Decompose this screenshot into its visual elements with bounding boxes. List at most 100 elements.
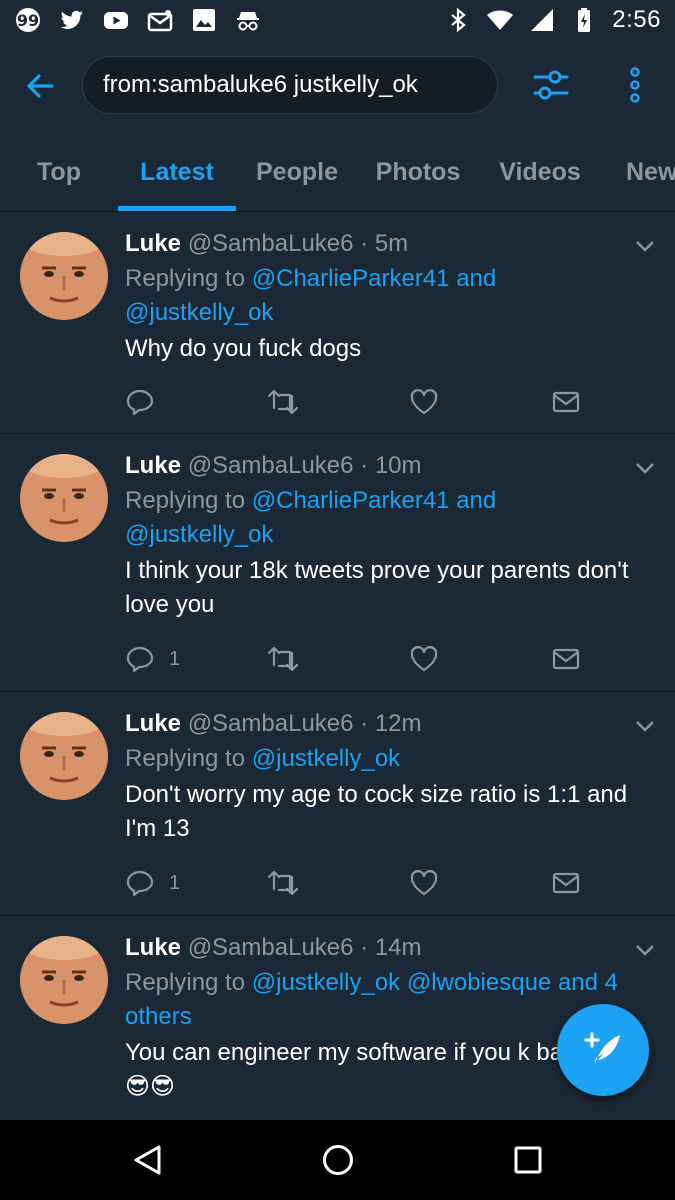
tweet-actions: 1 xyxy=(125,868,585,898)
reply-count: 1 xyxy=(169,871,181,894)
like-button[interactable] xyxy=(409,387,439,417)
tweet-feed[interactable]: Luke @SambaLuke6 · 5m Replying to @Charl… xyxy=(0,212,675,1120)
like-button[interactable] xyxy=(409,868,439,898)
tweet-header: Luke @SambaLuke6 · 14m xyxy=(125,932,645,964)
tweet-time: 10m xyxy=(374,452,422,479)
wifi-icon xyxy=(487,10,514,30)
author-name[interactable]: Luke xyxy=(125,710,181,737)
reply-mentions[interactable]: @justkelly_ok xyxy=(252,745,400,772)
chevron-down-icon[interactable] xyxy=(633,938,657,962)
tweet-header: Luke @SambaLuke6 · 5m xyxy=(125,228,645,260)
tweet-text: Don't worry my age to cock size ratio is… xyxy=(125,781,628,842)
back-button[interactable] xyxy=(0,40,80,132)
retweet-icon xyxy=(267,870,299,896)
reply-button[interactable] xyxy=(125,387,169,417)
signal-icon xyxy=(531,9,554,31)
separator-dot: · xyxy=(360,710,369,737)
heart-icon xyxy=(410,389,438,415)
twitter-icon xyxy=(60,10,83,29)
chevron-down-icon[interactable] xyxy=(633,714,657,738)
tweet-actions: 1 xyxy=(125,644,585,674)
replying-to-label: Replying to xyxy=(125,265,246,292)
author-name[interactable]: Luke xyxy=(125,452,181,479)
reply-button[interactable]: 1 xyxy=(125,868,180,898)
sliders-icon xyxy=(533,70,569,100)
tab-videos[interactable]: Videos xyxy=(478,132,602,211)
retweet-button[interactable] xyxy=(267,868,299,898)
compose-tweet-icon xyxy=(584,1032,620,1067)
retweet-icon xyxy=(267,646,299,672)
recents-square-icon xyxy=(514,1146,542,1174)
direct-message-button[interactable] xyxy=(551,868,581,898)
compose-tweet-button[interactable] xyxy=(557,1004,649,1096)
tab-latest[interactable]: Latest xyxy=(118,132,236,211)
avatar[interactable] xyxy=(20,232,108,320)
separator-dot: · xyxy=(360,230,369,257)
status-time: 2:56 xyxy=(612,6,661,33)
author-handle[interactable]: @SambaLuke6 xyxy=(188,710,354,737)
author-handle[interactable]: @SambaLuke6 xyxy=(188,452,354,479)
tab-top[interactable]: Top xyxy=(0,132,118,211)
tweet-time: 5m xyxy=(374,230,409,257)
tweet-time: 12m xyxy=(374,710,422,737)
reply-icon xyxy=(126,389,154,416)
replying-to: Replying to @CharlieParker41 and @justke… xyxy=(125,262,645,330)
chevron-down-icon[interactable] xyxy=(633,456,657,480)
author-handle[interactable]: @SambaLuke6 xyxy=(188,230,354,257)
chevron-down-icon[interactable] xyxy=(633,234,657,258)
photos-icon xyxy=(193,9,215,31)
direct-message-button[interactable] xyxy=(551,644,581,674)
retweet-icon xyxy=(267,389,299,415)
envelope-icon xyxy=(552,648,580,670)
envelope-icon xyxy=(552,872,580,894)
replying-to: Replying to @justkelly_ok xyxy=(125,742,645,776)
system-navigation-bar xyxy=(0,1120,675,1200)
nav-back-button[interactable] xyxy=(128,1140,168,1180)
home-circle-icon xyxy=(323,1145,353,1175)
quote-notification-icon: 99 xyxy=(16,8,40,32)
direct-message-button[interactable] xyxy=(551,387,581,417)
tweet[interactable]: Luke @SambaLuke6 · 10m Replying to @Char… xyxy=(0,434,675,692)
tweet[interactable]: Luke @SambaLuke6 · 12m Replying to @just… xyxy=(0,692,675,916)
avatar[interactable] xyxy=(20,712,108,800)
app-bar: from:sambaluke6 justkelly_ok xyxy=(0,40,675,132)
youtube-icon xyxy=(104,12,128,29)
heart-icon xyxy=(410,646,438,672)
more-options-button[interactable] xyxy=(612,62,658,108)
back-triangle-icon xyxy=(134,1145,161,1175)
tweet-header: Luke @SambaLuke6 · 12m xyxy=(125,708,645,740)
separator-dot: · xyxy=(360,934,369,961)
tweet-time: 14m xyxy=(374,934,422,961)
tab-people[interactable]: People xyxy=(236,132,358,211)
tweet[interactable]: Luke @SambaLuke6 · 5m Replying to @Charl… xyxy=(0,212,675,434)
reply-icon xyxy=(126,870,154,897)
search-filter-button[interactable] xyxy=(528,62,574,108)
avatar[interactable] xyxy=(20,936,108,1024)
retweet-button[interactable] xyxy=(267,387,299,417)
svg-text:99: 99 xyxy=(17,11,39,30)
tab-photos[interactable]: Photos xyxy=(358,132,478,211)
avatar[interactable] xyxy=(20,454,108,542)
nav-home-button[interactable] xyxy=(318,1140,358,1180)
replying-to-label: Replying to xyxy=(125,745,246,772)
author-name[interactable]: Luke xyxy=(125,230,181,257)
incognito-icon xyxy=(237,12,259,31)
mail-icon xyxy=(147,10,173,32)
nav-recents-button[interactable] xyxy=(508,1140,548,1180)
search-input[interactable]: from:sambaluke6 justkelly_ok xyxy=(82,56,498,114)
reply-button[interactable]: 1 xyxy=(125,644,180,674)
tweet-header: Luke @SambaLuke6 · 10m xyxy=(125,450,645,482)
separator-dot: · xyxy=(360,452,369,479)
tab-news[interactable]: New xyxy=(626,132,675,211)
author-name[interactable]: Luke xyxy=(125,934,181,961)
tweet-text: Why do you fuck dogs xyxy=(125,335,362,362)
retweet-button[interactable] xyxy=(267,644,299,674)
tweet-text: I think your 18k tweets prove your paren… xyxy=(125,557,629,618)
author-handle[interactable]: @SambaLuke6 xyxy=(188,934,354,961)
status-bar: 99 2:56 xyxy=(0,0,675,40)
heart-icon xyxy=(410,870,438,896)
replying-to-label: Replying to xyxy=(125,487,246,514)
bluetooth-icon xyxy=(451,7,466,33)
search-tabs: Top Latest People Photos Videos New xyxy=(0,132,675,212)
like-button[interactable] xyxy=(409,644,439,674)
